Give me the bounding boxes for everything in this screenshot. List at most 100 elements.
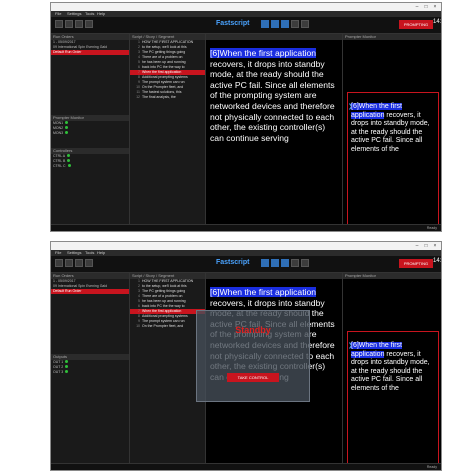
status-dot-icon (65, 360, 69, 363)
script-line-text: There are of a problem on (142, 55, 183, 59)
script-line-text: back into PC the the way to (142, 304, 185, 308)
rundown-column: Run Orders 1 - 05/09/2017 09 Internation… (51, 273, 130, 464)
clock: 14:37 (433, 258, 442, 264)
italic-icon[interactable] (271, 20, 279, 28)
app-title: Fastscript (216, 259, 250, 266)
editor-highlight: [6]When the first application (210, 287, 317, 297)
title-bar: – □ × (51, 242, 441, 250)
script-line-text: The PC getting things going (142, 50, 186, 54)
prompting-button[interactable]: PROMPTING (399, 259, 433, 268)
status-dot-icon (67, 164, 71, 167)
title-bar: – □ × (51, 3, 441, 11)
script-line-text: he has been up and running (142, 60, 186, 64)
monitor-label: MON3 (53, 131, 64, 135)
save-icon[interactable] (75, 259, 83, 267)
script-list-column: Script / Story / Segment 1 HOW THE FIRST … (130, 273, 206, 464)
fastscript-window-bottom: – □ × File Settings Tools Help Fastscrip… (50, 241, 442, 471)
prompter-frame: ❯ [6]When the first application recovers… (347, 331, 439, 464)
color-icon[interactable] (301, 20, 309, 28)
status-dot-icon (65, 126, 69, 129)
script-line-text: to the setup, we'll look at this (142, 284, 187, 288)
fastscript-window-top: – □ × File Settings Tools Help Fastscrip… (50, 2, 442, 232)
output-label: OUT 2 (53, 365, 64, 369)
output-label: OUT 1 (53, 360, 64, 364)
script-line-text: HOW THE FIRST APPLICATION (142, 40, 194, 44)
script-line-text: HOW THE FIRST APPLICATION (142, 279, 194, 283)
editor-body: recovers, it drops into standby mode, at… (210, 58, 335, 143)
status-dot-icon (67, 159, 71, 162)
controller-row[interactable]: CTRL C (51, 164, 129, 169)
prompter-header: Prompter Monitor (343, 273, 441, 279)
status-dot-icon (67, 154, 71, 157)
script-line-text: The PC getting things going (142, 289, 186, 293)
prompter-header: Prompter Monitor (343, 34, 441, 40)
editor-header (206, 273, 342, 279)
controller-label: CTRL B (53, 159, 66, 163)
script-line-text: to the setup, we'll look at this (142, 45, 187, 49)
output-label: OUT 3 (53, 370, 64, 374)
script-line-text: back into PC the the way to (142, 65, 185, 69)
standby-title: Standby (235, 325, 271, 335)
rundown-column: Run Orders 1 - 05/09/2017 09 Internation… (51, 34, 130, 225)
controller-label: CTRL C (53, 164, 66, 168)
status-dot-icon (65, 131, 69, 134)
prompter-text: [6]When the first application recovers, … (351, 103, 437, 154)
maximize-icon[interactable]: □ (422, 4, 430, 10)
script-line-text: Additional prompting systems (142, 314, 188, 318)
color-icon[interactable] (301, 259, 309, 267)
prompting-button[interactable]: PROMPTING (399, 20, 433, 29)
editor-highlight: [6]When the first application (210, 48, 317, 58)
save-icon[interactable] (75, 20, 83, 28)
bold-icon[interactable] (261, 259, 269, 267)
underline-icon[interactable] (281, 259, 289, 267)
editor-text[interactable]: [6]When the first application recovers, … (210, 48, 338, 143)
minimize-icon[interactable]: – (413, 243, 421, 249)
status-bar: Ready (51, 463, 441, 470)
output-row[interactable]: OUT 3 (51, 370, 129, 375)
script-line-text: The fastest solutions, this (142, 90, 182, 94)
script-line-text: When the first application (142, 70, 182, 74)
script-line-text: Additional prompting systems (142, 75, 188, 79)
minimize-icon[interactable]: – (413, 4, 421, 10)
toolbar: Fastscript PROMPTING 14:37 (51, 256, 441, 273)
print-icon[interactable] (85, 20, 93, 28)
maximize-icon[interactable]: □ (422, 243, 430, 249)
italic-icon[interactable] (271, 259, 279, 267)
status-dot-icon (65, 370, 69, 373)
script-editor[interactable]: [6]When the first application recovers, … (206, 34, 343, 225)
new-icon[interactable] (55, 259, 63, 267)
open-icon[interactable] (65, 259, 73, 267)
clock: 14:37 (433, 19, 442, 25)
new-icon[interactable] (55, 20, 63, 28)
script-line-text: The prompt system can run (142, 319, 185, 323)
app-title: Fastscript (216, 20, 250, 27)
monitor-label: MON2 (53, 126, 64, 130)
close-icon[interactable]: × (431, 4, 439, 10)
open-icon[interactable] (65, 20, 73, 28)
script-line[interactable]: 10 On the Prompter fleet, and (130, 324, 205, 329)
status-text: Ready (426, 465, 437, 469)
editor-header (206, 34, 342, 40)
script-line-text: There are of a problem on (142, 294, 183, 298)
status-dot-icon (65, 121, 69, 124)
take-control-button[interactable]: TAKE CONTROL (227, 373, 279, 382)
prompter-frame: ❯ [6]When the first application recovers… (347, 92, 439, 225)
script-line-text: On the Prompter fleet, and (142, 85, 184, 89)
align-icon[interactable] (291, 20, 299, 28)
align-icon[interactable] (291, 259, 299, 267)
status-bar: Ready (51, 224, 441, 231)
prompter-monitor: Prompter Monitor ❯ [6]When the first app… (343, 273, 441, 464)
script-line[interactable]: 12 The final analysis, the (130, 95, 205, 100)
script-list-column: Script / Story / Segment 1 HOW THE FIRST … (130, 34, 206, 225)
script-line-text: On the Prompter fleet, and (142, 324, 184, 328)
script-line-text: The prompt system can run (142, 80, 185, 84)
controller-label: CTRL A (53, 154, 66, 158)
underline-icon[interactable] (281, 20, 289, 28)
close-icon[interactable]: × (431, 243, 439, 249)
bold-icon[interactable] (261, 20, 269, 28)
prompter-monitor: Prompter Monitor ❯ [6]When the first app… (343, 34, 441, 225)
script-line-text: he has been up and running (142, 299, 186, 303)
script-line-text: The final analysis, the (142, 95, 176, 99)
toolbar: Fastscript PROMPTING 14:37 (51, 17, 441, 34)
print-icon[interactable] (85, 259, 93, 267)
